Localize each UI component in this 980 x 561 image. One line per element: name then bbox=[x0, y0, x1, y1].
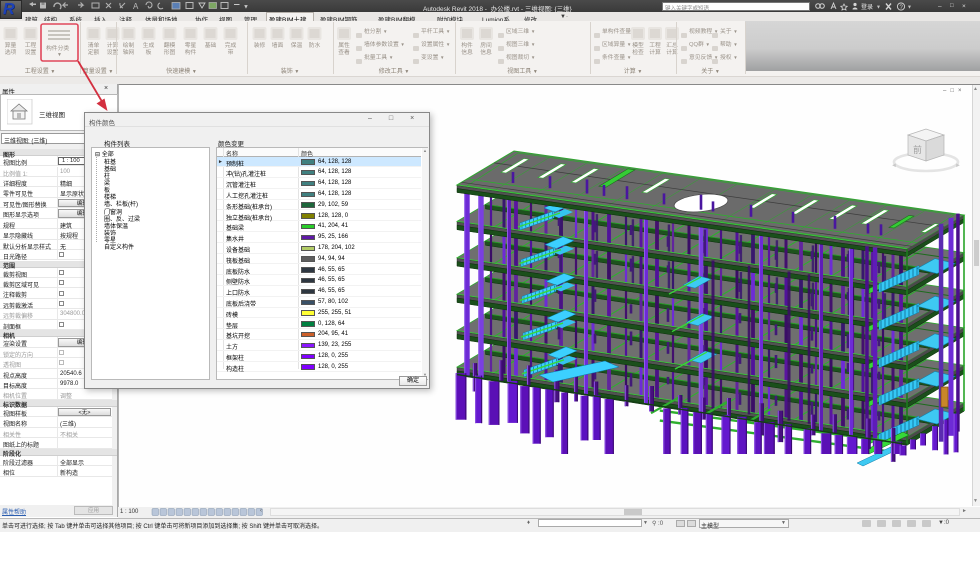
svg-text:登录: 登录 bbox=[861, 3, 873, 11]
svg-text:前: 前 bbox=[913, 144, 922, 155]
svg-text:?: ? bbox=[900, 5, 904, 11]
svg-text:▼: ▼ bbox=[243, 5, 249, 11]
svg-text:◄: ◄ bbox=[891, 163, 897, 169]
svg-text:▼: ▼ bbox=[907, 5, 912, 11]
svg-text:▼: ▼ bbox=[876, 5, 881, 11]
svg-text:►: ► bbox=[955, 163, 961, 169]
